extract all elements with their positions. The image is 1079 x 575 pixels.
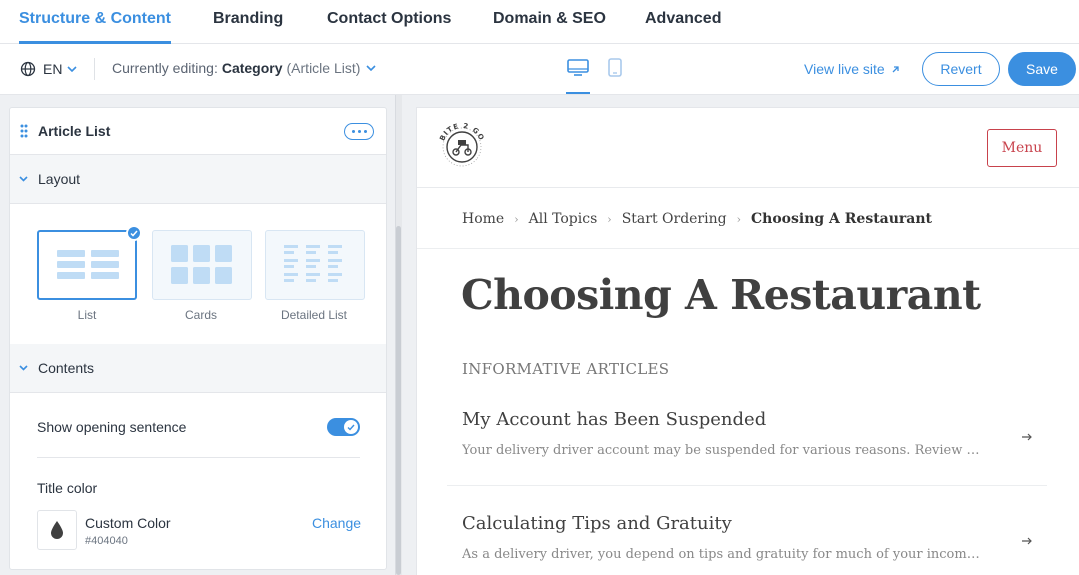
breadcrumb-separator-icon: › (607, 212, 612, 226)
article-item[interactable]: Calculating Tips and Gratuity As a deliv… (447, 513, 1047, 573)
revert-button[interactable]: Revert (922, 52, 1000, 86)
contents-section-header[interactable]: Contents (10, 344, 386, 393)
breadcrumb-current: Choosing A Restaurant (751, 211, 933, 227)
editing-selector[interactable]: Currently editing: Category (Article Lis… (112, 60, 376, 76)
article-divider (447, 485, 1047, 486)
arrow-right-icon (1022, 433, 1032, 441)
layout-option-list[interactable] (37, 225, 142, 300)
tab-domain-seo[interactable]: Domain & SEO (493, 0, 606, 44)
layout-section-header[interactable]: Layout (10, 155, 386, 204)
mobile-icon (608, 58, 622, 77)
tab-advanced[interactable]: Advanced (645, 0, 721, 44)
toggle-check-icon (344, 420, 358, 434)
show-opening-sentence-toggle[interactable] (327, 418, 360, 436)
more-dot-icon (351, 130, 355, 133)
drag-handle-icon[interactable] (20, 124, 28, 138)
tab-branding[interactable]: Branding (213, 0, 283, 44)
language-code: EN (43, 61, 63, 77)
article-title: Calculating Tips and Gratuity (462, 513, 732, 534)
more-options-button[interactable] (344, 123, 374, 140)
breadcrumb-home[interactable]: Home (462, 211, 504, 227)
more-dot-icon (357, 130, 361, 133)
article-title: My Account has Been Suspended (462, 409, 767, 430)
external-link-icon (892, 65, 899, 72)
section-label: INFORMATIVE ARTICLES (462, 360, 670, 378)
panel-scrollbar-thumb[interactable] (396, 226, 401, 575)
custom-color-name: Custom Color (85, 515, 171, 531)
color-swatch[interactable] (37, 510, 77, 550)
language-selector[interactable]: EN (20, 59, 78, 79)
layout-option-list-label: List (77, 308, 97, 322)
arrow-right-icon (1022, 537, 1032, 545)
panel-header: Article List (10, 108, 386, 155)
view-live-site-link[interactable]: View live site (804, 61, 900, 77)
breadcrumb-separator-icon: › (736, 212, 741, 226)
article-item[interactable]: My Account has Been Suspended Your deliv… (447, 409, 1047, 469)
selected-check-icon (126, 225, 142, 241)
panel-title: Article List (38, 123, 111, 139)
article-list-panel: Article List Layout List Cards Detailed … (9, 107, 387, 570)
custom-color-hex: #404040 (85, 535, 128, 547)
contents-section-label: Contents (38, 360, 95, 376)
menu-button[interactable]: Menu (987, 129, 1057, 167)
editor-toolbar: EN Currently editing: Category (Article … (0, 44, 1079, 95)
droplet-icon (51, 521, 63, 539)
editing-category: Category (221, 60, 283, 76)
editing-type: (Article List) (286, 60, 361, 76)
detailed-list-layout-icon (284, 245, 342, 282)
globe-icon (20, 61, 36, 77)
title-color-label: Title color (37, 480, 98, 496)
tab-structure-content[interactable]: Structure & Content (19, 0, 171, 44)
breadcrumb-divider (417, 248, 1079, 249)
view-live-site-label: View live site (804, 61, 885, 77)
layout-option-detailed-list[interactable] (265, 230, 365, 300)
page-title: Choosing A Restaurant (461, 271, 981, 319)
more-dot-icon (363, 130, 367, 133)
article-description: As a delivery driver, you depend on tips… (462, 547, 982, 562)
desktop-view-button[interactable] (566, 58, 590, 94)
site-preview: BITE 2 GO Menu Home › All Topics › Start… (416, 107, 1079, 575)
chevron-down-icon (19, 176, 28, 182)
article-description: Your delivery driver account may be susp… (462, 443, 982, 458)
mobile-view-button[interactable] (606, 58, 624, 94)
list-layout-icon (57, 250, 119, 279)
layout-option-cards[interactable] (152, 230, 252, 300)
desktop-icon (567, 59, 589, 76)
breadcrumb-separator-icon: › (514, 212, 519, 226)
brand-logo: BITE 2 GO (438, 122, 485, 167)
toolbar-divider (94, 58, 95, 80)
layout-option-detailed-list-label: Detailed List (280, 308, 348, 322)
chevron-down-icon (366, 65, 376, 71)
save-button[interactable]: Save (1008, 52, 1076, 86)
layout-section-label: Layout (38, 171, 81, 187)
top-nav: Structure & Content Branding Contact Opt… (0, 0, 1079, 44)
change-color-link[interactable]: Change (312, 515, 361, 531)
breadcrumb-all-topics[interactable]: All Topics (529, 211, 598, 227)
preview-header: BITE 2 GO Menu (417, 108, 1079, 188)
chevron-down-icon (67, 66, 78, 72)
cards-layout-icon (171, 245, 232, 284)
tab-contact-options[interactable]: Contact Options (327, 0, 451, 44)
breadcrumb-start-ordering[interactable]: Start Ordering (622, 211, 727, 227)
breadcrumb: Home › All Topics › Start Ordering › Cho… (462, 211, 932, 227)
contents-divider (37, 457, 360, 458)
layout-option-cards-label: Cards (184, 308, 217, 322)
editing-prefix: Currently editing: (112, 60, 218, 76)
chevron-down-icon (19, 365, 28, 371)
show-opening-sentence-label: Show opening sentence (37, 419, 187, 435)
